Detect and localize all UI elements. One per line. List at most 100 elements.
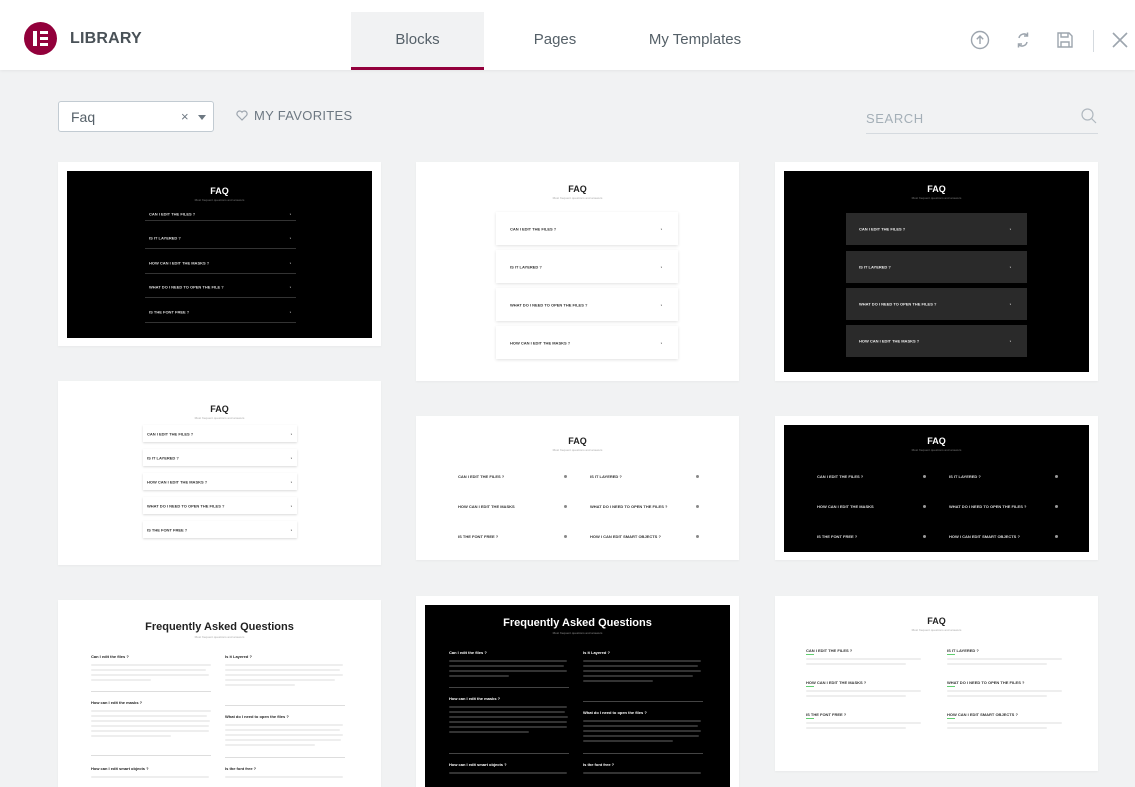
faq-question: How can I edit smart objects ?	[449, 762, 507, 767]
search-box	[866, 104, 1098, 134]
faq-answer-placeholder	[806, 722, 921, 724]
faq-answer-placeholder	[583, 730, 701, 732]
template-preview: FAQ Most frequent questions and answers …	[425, 425, 730, 552]
preview-subtitle: Most frequent questions and answers	[911, 448, 962, 452]
preview-subtitle: Most frequent questions and answers	[194, 635, 245, 639]
faq-answer-placeholder	[806, 690, 921, 692]
template-card[interactable]: Frequently Asked Questions Most frequent…	[58, 600, 381, 787]
faq-question: IS THE FONT FREE ?	[806, 712, 847, 717]
faq-item: HOW I CAN EDIT SMART OBJECTS ?	[590, 534, 661, 539]
toggle-dot-icon	[696, 475, 699, 478]
template-preview: FAQ Most frequent questions and answers …	[425, 171, 730, 372]
faq-answer-placeholder	[225, 776, 343, 778]
faq-answer-placeholder	[806, 658, 921, 660]
toggle-dot-icon	[923, 475, 926, 478]
toggle-dot-icon	[923, 505, 926, 508]
faq-item: WHAT DO I NEED TO OPEN THE FILES ? ›	[143, 497, 297, 514]
faq-question: What do I need to open the files ?	[225, 714, 289, 719]
template-preview: FAQ Most frequent questions and answers …	[67, 390, 372, 557]
faq-answer-placeholder	[947, 695, 1047, 697]
preview-subtitle: Most frequent questions and answers	[911, 196, 962, 200]
faq-answer-placeholder	[225, 674, 343, 676]
search-input[interactable]	[866, 107, 1066, 129]
faq-item: HOW CAN I EDIT THE MASKS ? ›	[143, 473, 297, 490]
preview-title: FAQ	[568, 184, 587, 194]
accent-bar	[947, 686, 955, 687]
category-select[interactable]: Faq ×	[58, 101, 214, 132]
preview-title: Frequently Asked Questions	[145, 621, 294, 633]
faq-question: Can I edit the files ?	[449, 650, 487, 655]
template-card[interactable]: FAQ Most frequent questions and answers …	[58, 381, 381, 565]
faq-question: Is it Layered ?	[225, 654, 252, 659]
faq-question: IS IT LAYERED ?	[947, 648, 979, 653]
faq-answer-placeholder	[449, 726, 567, 728]
faq-question: How can I edit smart objects ?	[91, 766, 149, 771]
faq-item: CAN I EDIT THE FILES ?	[458, 474, 505, 479]
preview-subtitle: Most frequent questions and answers	[552, 631, 603, 635]
toggle-dot-icon	[1055, 535, 1058, 538]
faq-item: IS THE FONT FREE ? ›	[145, 301, 296, 323]
faq-question: Can I edit the files ?	[91, 654, 129, 659]
faq-answer-placeholder	[91, 669, 206, 671]
my-favorites-filter[interactable]: MY FAVORITES	[236, 108, 352, 123]
faq-divider	[225, 705, 345, 706]
sync-icon[interactable]	[1013, 30, 1033, 50]
faq-answer-placeholder	[583, 740, 673, 742]
faq-answer-placeholder	[583, 660, 701, 662]
template-card[interactable]: FAQ Most frequent questions and answers …	[775, 162, 1098, 381]
faq-item: CAN I EDIT THE FILES ? ›	[145, 207, 296, 221]
chevron-down-icon[interactable]	[198, 115, 206, 120]
toggle-dot-icon	[696, 535, 699, 538]
toggle-dot-icon	[564, 535, 567, 538]
preview-title: FAQ	[568, 436, 587, 446]
faq-item: IS THE FONT FREE ? ›	[143, 521, 297, 538]
faq-answer-placeholder	[225, 664, 343, 666]
preview-title: FAQ	[927, 436, 946, 446]
faq-item: IS IT LAYERED ? ›	[143, 449, 297, 466]
toggle-dot-icon	[1055, 505, 1058, 508]
tab-blocks[interactable]: Blocks	[351, 12, 484, 70]
faq-item: WHAT DO I NEED TO OPEN THE FILES ?	[590, 504, 668, 509]
template-card[interactable]: FAQ Most frequent questions and answers …	[416, 162, 739, 381]
faq-item: IS IT LAYERED ? ›	[496, 250, 678, 283]
close-icon[interactable]	[1110, 30, 1130, 50]
save-icon[interactable]	[1055, 30, 1075, 50]
faq-question: Is the font free ?	[225, 766, 257, 771]
preview-subtitle: Most frequent questions and answers	[552, 448, 603, 452]
template-card[interactable]: Frequently Asked Questions Most frequent…	[416, 596, 739, 787]
tab-pages[interactable]: Pages	[505, 0, 605, 70]
faq-answer-placeholder	[583, 665, 698, 667]
faq-answer-placeholder	[91, 735, 171, 737]
faq-answer-placeholder	[225, 679, 335, 681]
faq-answer-placeholder	[449, 706, 567, 708]
preview-title: FAQ	[927, 184, 946, 194]
template-card[interactable]: FAQ Most frequent questions and answers …	[775, 416, 1098, 560]
faq-item: WHAT DO I NEED TO OPEN THE FILE ? ›	[145, 276, 296, 298]
tab-my-templates[interactable]: My Templates	[620, 0, 770, 70]
faq-answer-placeholder	[449, 721, 567, 723]
faq-answer-placeholder	[947, 727, 1047, 729]
toggle-dot-icon	[564, 475, 567, 478]
faq-item: IS IT LAYERED ? ›	[145, 227, 296, 249]
faq-item: HOW CAN I EDIT THE MASKS	[458, 504, 515, 509]
faq-item: HOW I CAN EDIT SMART OBJECTS ?	[949, 534, 1020, 539]
faq-answer-placeholder	[91, 715, 207, 717]
faq-question: CAN I EDIT THE FILES ?	[806, 648, 853, 653]
faq-answer-placeholder	[583, 680, 653, 682]
header-divider	[1093, 30, 1094, 52]
search-icon[interactable]	[1080, 107, 1098, 125]
preview-subtitle: Most frequent questions and answers	[194, 198, 245, 202]
faq-answer-placeholder	[225, 724, 343, 726]
toggle-dot-icon	[923, 535, 926, 538]
template-card[interactable]: FAQ Most frequent questions and answers …	[775, 596, 1098, 771]
clear-selection-icon[interactable]: ×	[181, 109, 189, 124]
preview-title: Frequently Asked Questions	[503, 617, 652, 629]
faq-answer-placeholder	[449, 711, 565, 713]
template-card[interactable]: FAQ Most frequent questions and answers …	[416, 416, 739, 560]
heart-icon	[236, 108, 248, 123]
template-card[interactable]: FAQ Most frequent questions and answers …	[58, 162, 381, 346]
upload-icon[interactable]	[970, 30, 990, 50]
faq-answer-placeholder	[449, 665, 564, 667]
faq-answer-placeholder	[449, 675, 509, 677]
preview-title: FAQ	[210, 186, 229, 196]
